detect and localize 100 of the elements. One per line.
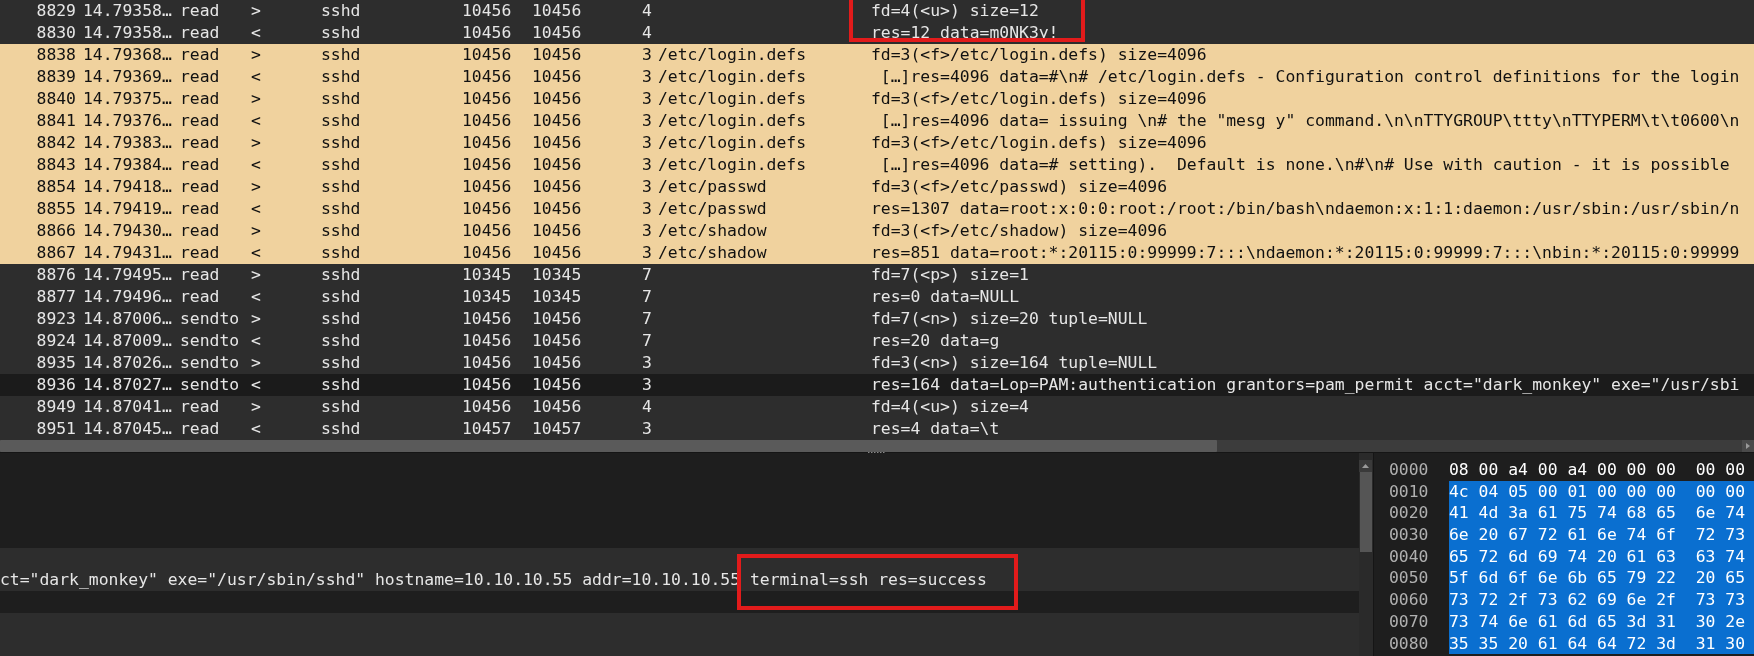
horizontal-scrollbar[interactable] bbox=[0, 440, 1754, 453]
event-row[interactable]: 8923 14.87006… sendto > sshd 10456 10456 7 fd=7(<n>) size=20 tuple=NULL bbox=[0, 308, 1754, 330]
table-cell-text: 14.79383… bbox=[83, 132, 173, 154]
table-cell-text: 3 bbox=[642, 242, 653, 264]
hex-offset: 0040 bbox=[1389, 545, 1429, 568]
table-cell-text: 14.87027… bbox=[83, 374, 173, 396]
table-cell-text: 3 bbox=[642, 220, 653, 242]
table-cell-text: […]res=4096 data=#\n# /etc/login.defs - Configuration control definitions for the login bbox=[879, 66, 1741, 88]
table-cell-text: 10457 bbox=[532, 418, 583, 440]
table-cell-text: res=20 data=g bbox=[871, 330, 1001, 352]
hex-offset: 0050 bbox=[1389, 567, 1429, 590]
table-cell-text: 8855 bbox=[35, 198, 76, 220]
table-cell-text: fd=4(<u>) size=4 bbox=[871, 396, 1030, 418]
hex-bytes: 6e 20 67 72 61 6e 74 6f 72 73 bbox=[1449, 524, 1754, 546]
table-cell-text: 10456 bbox=[532, 154, 583, 176]
table-cell-text: sshd bbox=[321, 154, 362, 176]
table-cell-text: 10456 bbox=[462, 352, 513, 374]
table-cell-text: 10456 bbox=[532, 308, 583, 330]
event-row[interactable]: 8867 14.79431… read < sshd 10456 10456 3 /etc/shadow res=851 data=root:*:20115:0:99999:7:::\ndaemon:*:20115:0:99999:7:::\nbin:*:20115:0:99999 bbox=[0, 242, 1754, 264]
table-cell-text: 10456 bbox=[532, 176, 583, 198]
table-cell-text: 10456 bbox=[532, 44, 583, 66]
table-cell-text: 7 bbox=[642, 308, 653, 330]
table-cell-text: /etc/shadow bbox=[658, 242, 768, 264]
hex-offset: 0000 bbox=[1389, 459, 1429, 481]
table-cell-text: 14.87045… bbox=[83, 418, 173, 440]
scrollbar-thumb[interactable] bbox=[0, 440, 1217, 452]
table-cell-text: 14.79368… bbox=[83, 44, 173, 66]
table-cell-text: 8840 bbox=[35, 88, 76, 110]
event-row[interactable]: 8877 14.79496… read < sshd 10345 10345 7 res=0 data=NULL bbox=[0, 286, 1754, 308]
table-cell-text: 8838 bbox=[35, 44, 76, 66]
table-cell-text: 8842 bbox=[35, 132, 76, 154]
table-cell-text: > bbox=[251, 132, 262, 154]
event-row[interactable]: 8854 14.79418… read > sshd 10456 10456 3 /etc/passwd fd=3(<f>/etc/passwd) size=4096 bbox=[0, 176, 1754, 198]
event-row[interactable]: 8829 14.79358… read > sshd 10456 10456 4 fd=4(<u>) size=12 bbox=[0, 0, 1754, 22]
table-cell-text: 10456 bbox=[462, 110, 513, 132]
table-cell-text: sendto bbox=[180, 352, 241, 374]
event-row[interactable]: 8839 14.79369… read < sshd 10456 10456 3 /etc/login.defs […]res=4096 data=#\n# /etc/login.defs - Configuration control definitions for the login bbox=[0, 66, 1754, 88]
table-cell-text: 10345 bbox=[462, 264, 513, 286]
table-cell-text: 3 bbox=[642, 418, 653, 440]
table-cell-text: 3 bbox=[642, 176, 653, 198]
table-cell-text: res=1307 data=root:x:0:0:root:/root:/bin/bash\ndaemon:x:1:1:daemon:/usr/sbin:/usr/sbin/n bbox=[871, 198, 1741, 220]
table-cell-text: sshd bbox=[321, 66, 362, 88]
table-cell-text: 10456 bbox=[532, 22, 583, 44]
table-cell-text: fd=3(<f>/etc/login.defs) size=4096 bbox=[871, 132, 1208, 154]
table-cell-text: 8839 bbox=[35, 66, 76, 88]
hex-offset: 0020 bbox=[1389, 502, 1429, 525]
table-cell-text: 10456 bbox=[532, 0, 583, 22]
event-row[interactable]: 8951 14.87045… read < sshd 10457 10457 3 res=4 data=\t bbox=[0, 418, 1754, 440]
hex-offset: 0080 bbox=[1389, 632, 1429, 655]
event-row[interactable]: 8855 14.79419… read < sshd 10456 10456 3 /etc/passwd res=1307 data=root:x:0:0:root:/root:/bin/bash\ndaemon:x:1:1:daemon:/usr/sbin:/usr/sbin/n bbox=[0, 198, 1754, 220]
event-row[interactable]: 8838 14.79368… read > sshd 10456 10456 3 /etc/login.defs fd=3(<f>/etc/login.defs) size=4096 bbox=[0, 44, 1754, 66]
event-row[interactable]: 8949 14.87041… read > sshd 10456 10456 4 fd=4(<u>) size=4 bbox=[0, 396, 1754, 418]
hex-bytes: 5f 6d 6f 6e 6b 65 79 22 20 65 bbox=[1449, 567, 1754, 590]
scrollbar-thumb[interactable] bbox=[1360, 472, 1372, 552]
table-cell-text: 10456 bbox=[462, 198, 513, 220]
table-cell-text: read bbox=[180, 396, 221, 418]
event-row[interactable]: 8842 14.79383… read > sshd 10456 10456 3 /etc/login.defs fd=3(<f>/etc/login.defs) size=4096 bbox=[0, 132, 1754, 154]
hex-offset: 0070 bbox=[1389, 610, 1429, 633]
table-cell-text: /etc/passwd bbox=[658, 198, 768, 220]
event-row[interactable]: 8843 14.79384… read < sshd 10456 10456 3 /etc/login.defs […]res=4096 data=# setting). Default is none.\n#\n# Use with caution - it is possible bbox=[0, 154, 1754, 176]
table-cell-text: res=0 data=NULL bbox=[871, 286, 1021, 308]
event-row[interactable]: 8876 14.79495… read > sshd 10345 10345 7 fd=7(<p>) size=1 bbox=[0, 264, 1754, 286]
table-cell-text: < bbox=[251, 198, 262, 220]
table-cell-text: > bbox=[251, 352, 262, 374]
event-row[interactable]: 8924 14.87009… sendto < sshd 10456 10456 7 res=20 data=g bbox=[0, 330, 1754, 352]
table-cell-text: read bbox=[180, 198, 221, 220]
table-cell-text: 10345 bbox=[532, 286, 583, 308]
event-row[interactable]: 8866 14.79430… read > sshd 10456 10456 3 /etc/shadow fd=3(<f>/etc/shadow) size=4096 bbox=[0, 220, 1754, 242]
table-cell-text: sshd bbox=[321, 374, 362, 396]
table-cell-text: 10456 bbox=[462, 396, 513, 418]
table-cell-text: /etc/login.defs bbox=[658, 88, 808, 110]
table-cell-text: 10456 bbox=[462, 132, 513, 154]
table-cell-text: 8843 bbox=[35, 154, 76, 176]
table-cell-text: sendto bbox=[180, 330, 241, 352]
table-cell-text: 10456 bbox=[462, 44, 513, 66]
table-cell-text: 8854 bbox=[35, 176, 76, 198]
table-cell-text: 8935 bbox=[35, 352, 76, 374]
detail-text: terminal=ssh res=success bbox=[749, 569, 987, 591]
table-cell-text: 10456 bbox=[462, 176, 513, 198]
table-cell-text: 10456 bbox=[462, 0, 513, 22]
hex-bytes: 65 72 6d 69 74 20 61 63 63 74 bbox=[1449, 545, 1754, 568]
table-cell-text: sshd bbox=[321, 22, 362, 44]
table-cell-text: 14.79369… bbox=[83, 66, 173, 88]
table-cell-text: read bbox=[180, 242, 221, 264]
table-cell-text: 8830 bbox=[35, 22, 76, 44]
splitter-grip-icon[interactable] bbox=[868, 451, 886, 455]
table-cell-text: 10456 bbox=[462, 88, 513, 110]
vertical-scrollbar[interactable] bbox=[1359, 453, 1374, 656]
hex-offset: 0030 bbox=[1389, 524, 1429, 546]
table-cell-text: 10456 bbox=[462, 242, 513, 264]
event-row[interactable]: 8935 14.87026… sendto > sshd 10456 10456 3 fd=3(<n>) size=164 tuple=NULL bbox=[0, 352, 1754, 374]
event-row[interactable]: 8840 14.79375… read > sshd 10456 10456 3 /etc/login.defs fd=3(<f>/etc/login.defs) size=4096 bbox=[0, 88, 1754, 110]
table-cell-text: fd=7(<n>) size=20 tuple=NULL bbox=[871, 308, 1149, 330]
table-cell-text: < bbox=[251, 154, 262, 176]
table-cell-text: 10456 bbox=[532, 220, 583, 242]
table-cell-text: 8949 bbox=[35, 396, 76, 418]
table-cell-text: 14.79358… bbox=[83, 22, 173, 44]
event-row[interactable]: 8841 14.79376… read < sshd 10456 10456 3 /etc/login.defs […]res=4096 data= issuing \n# the "mesg y" command.\n\nTTYGROUP\ttty\nTTYPERM\t\t0600\n bbox=[0, 110, 1754, 132]
hex-offset: 0060 bbox=[1389, 589, 1429, 611]
hex-bytes: 08 00 a4 00 a4 00 00 00 00 00 bbox=[1449, 459, 1747, 481]
